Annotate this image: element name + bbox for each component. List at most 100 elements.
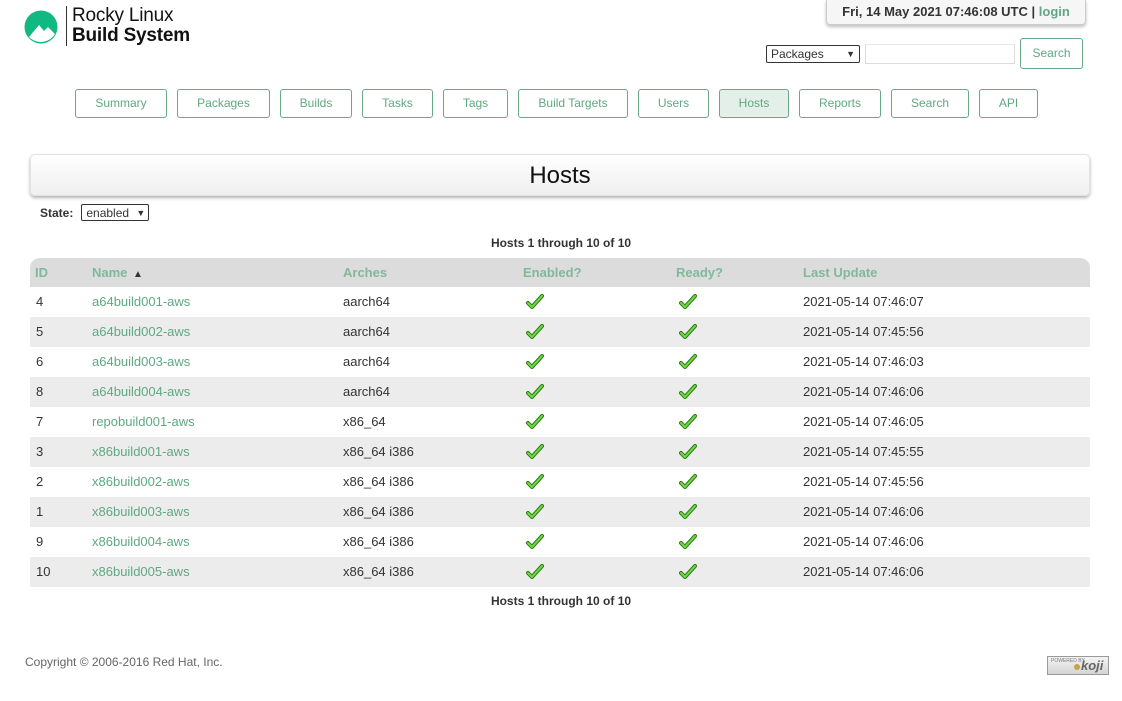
host-name-link[interactable]: a64build001-aws (92, 287, 190, 317)
host-id: 1 (36, 504, 44, 519)
ready-check-icon (679, 444, 697, 459)
pager-total: 10 (617, 594, 632, 608)
column-header-name[interactable]: Name ▲ (92, 258, 143, 289)
tab-builds[interactable]: Builds (280, 89, 352, 118)
table-row: 5 a64build002-aws aarch64 2021-05-14 07:45:… (30, 317, 1090, 347)
rocky-linux-logo-icon (24, 10, 58, 44)
host-last-update: 2021-05-14 07:46:05 (803, 414, 924, 429)
search-type-value: Packages (771, 46, 824, 61)
column-header-name-label: Name (92, 265, 128, 280)
site-logo[interactable]: Rocky Linux Build System (24, 6, 190, 46)
host-name-link[interactable]: x86build003-aws (92, 497, 190, 527)
pager-bottom: Hosts 1 through 10 of 10 (0, 594, 1122, 608)
tab-search[interactable]: Search (891, 89, 969, 118)
tab-summary[interactable]: Summary (75, 89, 167, 118)
host-id: 4 (36, 294, 44, 309)
host-arches: x86_64 i386 (343, 504, 414, 519)
host-last-update: 2021-05-14 07:45:55 (803, 444, 924, 459)
table-row: 4 a64build001-aws aarch64 2021-05-14 07:46:… (30, 287, 1090, 317)
powered-by-koji-badge[interactable]: POWERED BY koji (1047, 656, 1109, 675)
host-name-link[interactable]: repobuild001-aws (92, 407, 195, 437)
host-last-update: 2021-05-14 07:46:06 (803, 384, 924, 399)
enabled-check-icon (526, 294, 544, 309)
host-arches: x86_64 (343, 414, 386, 429)
column-header-enabled[interactable]: Enabled? (523, 258, 582, 287)
column-header-id[interactable]: ID (35, 258, 48, 287)
host-name-link[interactable]: a64build003-aws (92, 347, 190, 377)
host-last-update: 2021-05-14 07:46:07 (803, 294, 924, 309)
host-id: 7 (36, 414, 44, 429)
host-last-update: 2021-05-14 07:45:56 (803, 324, 924, 339)
enabled-check-icon (526, 564, 544, 579)
host-name-link[interactable]: x86build005-aws (92, 557, 190, 587)
host-arches: x86_64 i386 (343, 474, 414, 489)
tab-tags[interactable]: Tags (443, 89, 508, 118)
ready-check-icon (679, 414, 697, 429)
table-row: 8 a64build004-aws aarch64 2021-05-14 07:46:… (30, 377, 1090, 407)
powered-by-label: POWERED BY (1051, 658, 1085, 664)
enabled-check-icon (526, 384, 544, 399)
pager-total: 10 (617, 236, 632, 250)
pager-prefix: Hosts (490, 236, 525, 250)
state-filter: State: enabled ▼ (40, 204, 150, 221)
pager-end: 10 (586, 236, 600, 250)
host-name-link[interactable]: a64build002-aws (92, 317, 190, 347)
host-name-link[interactable]: a64build004-aws (92, 377, 190, 407)
state-select[interactable]: enabled ▼ (81, 204, 150, 221)
host-name-link[interactable]: x86build004-aws (92, 527, 190, 557)
host-name-link[interactable]: x86build001-aws (92, 437, 190, 467)
table-row: 3 x86build001-aws x86_64 i386 2021-05-14 07… (30, 437, 1090, 467)
current-datetime: Fri, 14 May 2021 07:46:08 UTC (842, 4, 1028, 19)
host-name-link[interactable]: x86build002-aws (92, 467, 190, 497)
host-last-update: 2021-05-14 07:46:06 (803, 564, 924, 579)
pager-prefix: Hosts (490, 594, 525, 608)
enabled-check-icon (526, 324, 544, 339)
host-arches: aarch64 (343, 384, 390, 399)
enabled-check-icon (526, 474, 544, 489)
state-filter-label: State: (40, 205, 74, 220)
state-select-value: enabled (86, 205, 130, 220)
ready-check-icon (679, 354, 697, 369)
table-row: 7 repobuild001-aws x86_64 2021-05-14 07:46:… (30, 407, 1090, 437)
host-arches: x86_64 i386 (343, 534, 414, 549)
tab-packages[interactable]: Packages (177, 89, 270, 118)
tab-reports[interactable]: Reports (799, 89, 881, 118)
host-last-update: 2021-05-14 07:46:06 (803, 534, 924, 549)
copyright-text: Copyright © 2006-2016 Red Hat, Inc. (25, 655, 223, 669)
table-row: 9 x86build004-aws x86_64 i386 2021-05-14 07… (30, 527, 1090, 557)
host-arches: x86_64 i386 (343, 444, 414, 459)
table-header: ID Name ▲ Arches Enabled? Ready? Last Up… (30, 258, 1090, 287)
enabled-check-icon (526, 444, 544, 459)
ready-check-icon (679, 564, 697, 579)
pager-start: 1 (527, 236, 535, 250)
logo-subtitle: Build System (72, 25, 190, 46)
enabled-check-icon (526, 504, 544, 519)
pager-top: Hosts 1 through 10 of 10 (0, 236, 1122, 250)
logo-text: Rocky Linux Build System (72, 6, 190, 46)
ready-check-icon (679, 534, 697, 549)
enabled-check-icon (526, 414, 544, 429)
host-id: 2 (36, 474, 44, 489)
tab-hosts[interactable]: Hosts (719, 89, 789, 118)
column-header-last-update[interactable]: Last Update (803, 258, 877, 287)
table-body: 4 a64build001-aws aarch64 2021-05-14 07:46:… (30, 287, 1090, 587)
tab-api[interactable]: API (979, 89, 1038, 118)
table-row: 1 x86build003-aws x86_64 i386 2021-05-14 07… (30, 497, 1090, 527)
datetime-separator: | (1031, 4, 1036, 19)
login-link[interactable]: login (1039, 4, 1070, 19)
column-header-arches[interactable]: Arches (343, 258, 387, 287)
ready-check-icon (679, 294, 697, 309)
column-header-ready[interactable]: Ready? (676, 258, 723, 287)
search-input[interactable] (865, 43, 1015, 64)
tab-users[interactable]: Users (638, 89, 709, 118)
page-title: Hosts (30, 154, 1090, 196)
host-last-update: 2021-05-14 07:46:06 (803, 504, 924, 519)
host-arches: aarch64 (343, 354, 390, 369)
tab-tasks[interactable]: Tasks (362, 89, 433, 118)
search-button[interactable]: Search (1020, 38, 1083, 69)
table-row: 10 x86build005-aws x86_64 i386 2021-05-14 0… (30, 557, 1090, 587)
search-type-select[interactable]: Packages ▼ (766, 44, 860, 63)
table-row: 2 x86build002-aws x86_64 i386 2021-05-14 07… (30, 467, 1090, 497)
host-id: 9 (36, 534, 44, 549)
tab-build-targets[interactable]: Build Targets (518, 89, 628, 118)
